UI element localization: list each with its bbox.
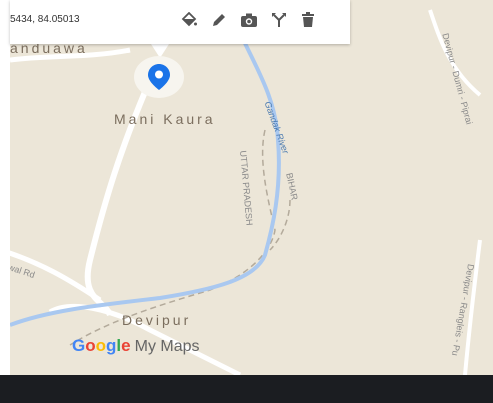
location-pin[interactable] [134,56,184,98]
bottom-bar [0,375,493,403]
google-letter-1: G [72,336,86,355]
pencil-icon [213,14,225,26]
google-letter-2: o [85,336,96,355]
place-label-mani-kaura: Mani Kaura [114,111,216,127]
delete-button[interactable] [297,9,319,31]
google-letter-4: g [106,336,117,355]
my-maps-label: My Maps [134,338,200,355]
trash-icon [302,12,314,27]
map-canvas[interactable]: anduawa Mani Kaura Devipur wal Rd Devipu… [10,0,493,375]
map-pin-icon [148,64,170,90]
camera-icon [241,13,257,27]
google-letter-3: o [95,336,107,355]
place-label-devipur: Devipur [122,312,192,328]
google-letter-6: e [121,336,131,355]
map-base-layer [10,9,482,375]
directions-button[interactable] [268,9,290,31]
add-photo-button[interactable] [238,9,260,31]
edit-button[interactable] [208,9,230,31]
feature-toolbar: 5434, 84.05013 [10,0,350,44]
coordinates-text: 5434, 84.05013 [10,14,80,25]
style-button[interactable] [178,9,200,31]
paint-bucket-icon [181,12,197,27]
directions-icon [272,13,286,27]
google-my-maps-logo: Google My Maps [72,336,200,356]
